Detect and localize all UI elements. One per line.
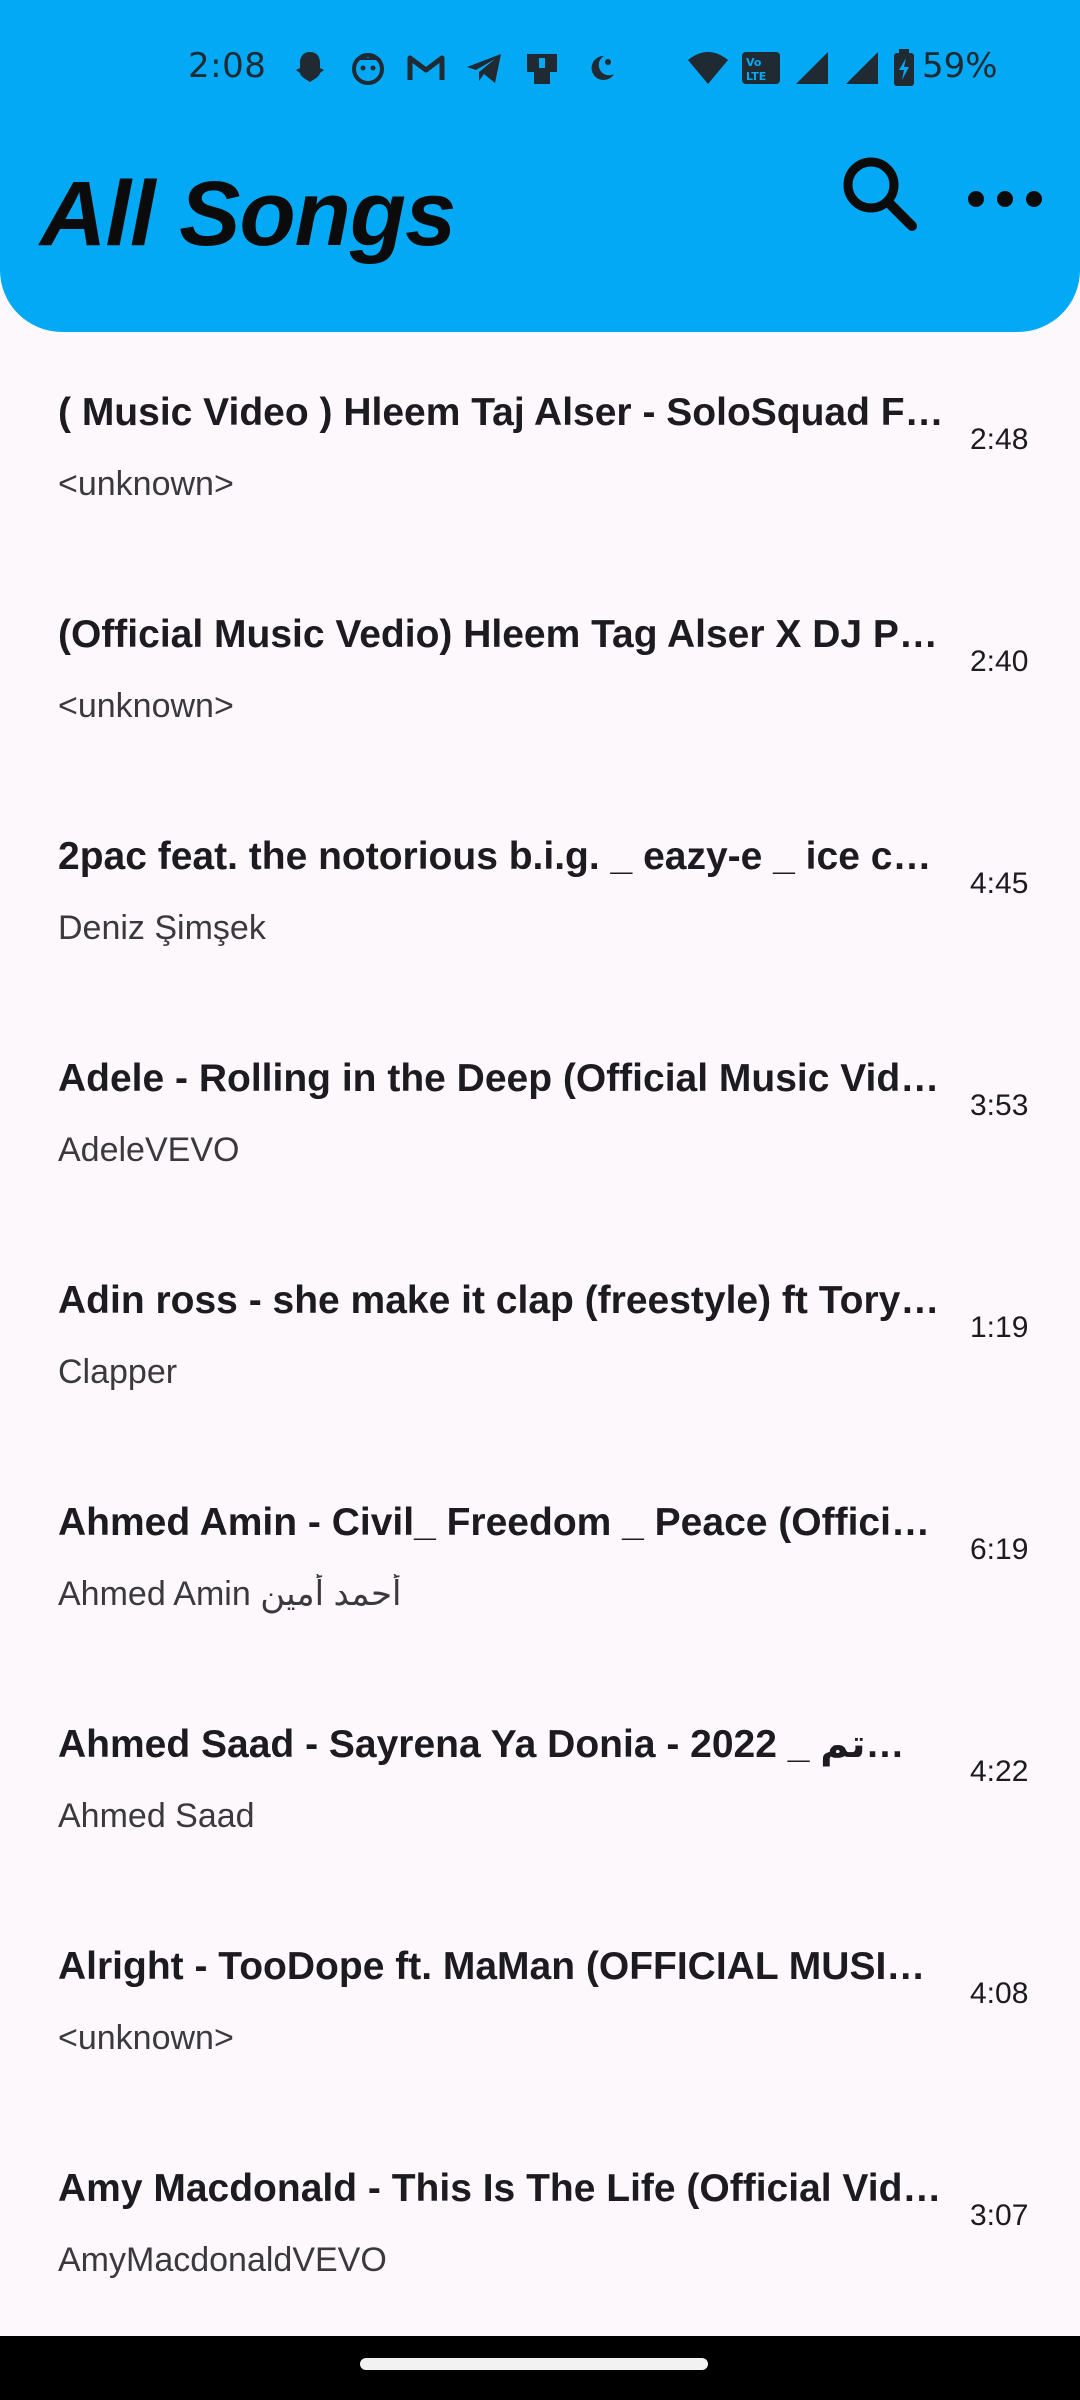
more-options-icon — [968, 191, 1042, 207]
song-list: ( Music Video ) Hleem Taj Alser - SoloSq… — [0, 332, 1080, 2330]
more-options-button[interactable] — [962, 160, 1048, 246]
song-artist: <unknown> — [58, 687, 234, 725]
song-artist: <unknown> — [58, 465, 234, 503]
home-gesture-handle[interactable] — [360, 2358, 708, 2370]
volte-icon: Vo LTE — [740, 48, 782, 92]
song-title: Ahmed Amin - Civil_ Freedom _ Peace (Off… — [58, 1501, 946, 1544]
song-row[interactable]: Ahmed Saad - Sayrena Ya Donia - 2022 _ ت… — [0, 1664, 1080, 1886]
gmail-icon — [406, 48, 450, 88]
navigation-bar — [0, 2336, 1080, 2400]
search-icon — [843, 157, 917, 231]
song-duration: 4:45 — [970, 867, 1029, 900]
notification-icons — [290, 48, 624, 88]
telegram-icon — [464, 48, 508, 88]
song-title: ( Music Video ) Hleem Taj Alser - SoloSq… — [58, 391, 946, 434]
song-title: (Official Music Vedio) Hleem Tag Alser X… — [58, 613, 946, 656]
song-row[interactable]: (Official Music Vedio) Hleem Tag Alser X… — [0, 554, 1080, 776]
system-icons: Vo LTE — [686, 48, 916, 92]
song-duration: 3:53 — [970, 1089, 1029, 1122]
song-duration: 4:08 — [970, 1977, 1029, 2010]
song-row[interactable]: 2pac feat. the notorious b.i.g. _ eazy-e… — [0, 776, 1080, 998]
battery-icon — [892, 48, 916, 92]
song-row[interactable]: Adin ross - she make it clap (freestyle)… — [0, 1220, 1080, 1442]
song-title: Amy Macdonald - This Is The Life (Offici… — [58, 2167, 946, 2210]
song-title: Adin ross - she make it clap (freestyle)… — [58, 1279, 946, 1322]
song-duration: 6:19 — [970, 1533, 1029, 1566]
song-duration: 2:40 — [970, 645, 1029, 678]
song-artist: Clapper — [58, 1353, 178, 1391]
song-row[interactable]: Amy Macdonald - This Is The Life (Offici… — [0, 2108, 1080, 2330]
song-title: Adele - Rolling in the Deep (Official Mu… — [58, 1057, 946, 1100]
search-button[interactable] — [836, 150, 922, 236]
signal-icon — [842, 48, 882, 92]
song-row[interactable]: Adele - Rolling in the Deep (Official Mu… — [0, 998, 1080, 1220]
wifi-icon — [686, 48, 730, 92]
svg-text:Vo: Vo — [746, 56, 762, 69]
snapchat-icon — [290, 48, 334, 88]
song-row[interactable]: ( Music Video ) Hleem Taj Alser - SoloSq… — [0, 332, 1080, 554]
song-duration: 3:07 — [970, 2199, 1029, 2232]
song-duration: 1:19 — [970, 1311, 1029, 1344]
face-icon — [348, 48, 392, 88]
song-artist: Ahmed Saad — [58, 1797, 255, 1835]
song-artist: AmyMacdonaldVEVO — [58, 2241, 387, 2279]
song-duration: 4:22 — [970, 1755, 1029, 1788]
signal-icon — [792, 48, 832, 92]
battery-percentage: 59% — [922, 46, 998, 86]
song-artist: Deniz Şimşek — [58, 909, 266, 947]
status-bar: 2:08 Vo LTE 59% — [0, 40, 1080, 96]
moon-icon — [580, 48, 624, 88]
song-title: 2pac feat. the notorious b.i.g. _ eazy-e… — [58, 835, 946, 878]
app-bar: 2:08 Vo LTE 59% All Songs — [0, 0, 1080, 332]
file-transfer-icon — [522, 48, 566, 88]
song-artist: <unknown> — [58, 2019, 234, 2057]
status-time: 2:08 — [188, 46, 267, 86]
song-row[interactable]: Alright - TooDope ft. MaMan (OFFICIAL MU… — [0, 1886, 1080, 2108]
song-title: Alright - TooDope ft. MaMan (OFFICIAL MU… — [58, 1945, 946, 1988]
song-row[interactable]: Ahmed Amin - Civil_ Freedom _ Peace (Off… — [0, 1442, 1080, 1664]
song-duration: 2:48 — [970, 423, 1029, 456]
song-title: Ahmed Saad - Sayrena Ya Donia - 2022 _ ت… — [58, 1723, 905, 1766]
song-artist: AdeleVEVO — [58, 1131, 240, 1169]
svg-text:LTE: LTE — [746, 70, 766, 83]
song-artist: Ahmed Amin أحمد أمين — [58, 1575, 402, 1613]
page-title: All Songs — [40, 163, 456, 265]
